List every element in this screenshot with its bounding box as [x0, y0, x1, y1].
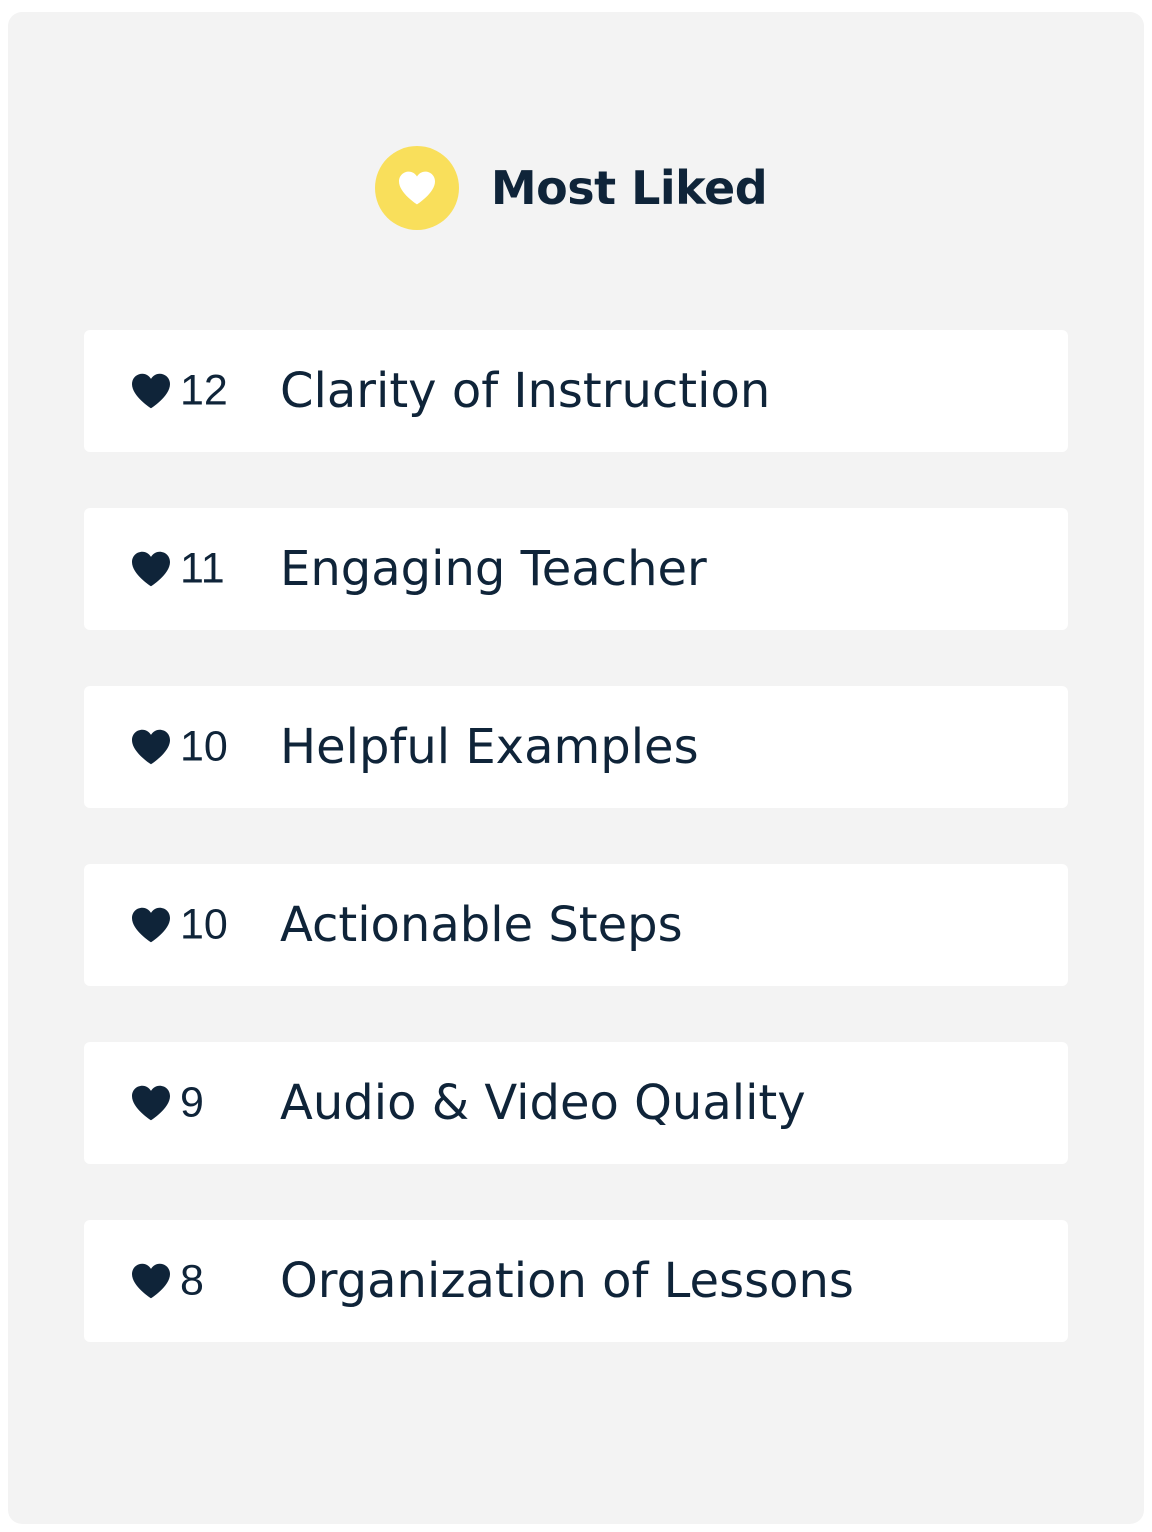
list-item: 9 Audio & Video Quality — [84, 1042, 1068, 1164]
like-count: 8 — [180, 1256, 204, 1305]
heart-icon — [132, 1085, 170, 1121]
heart-icon — [132, 729, 170, 765]
panel-header: Most Liked — [8, 146, 1144, 230]
heart-icon — [132, 373, 170, 409]
heart-icon — [398, 171, 435, 205]
list-item: 10 Actionable Steps — [84, 864, 1068, 986]
item-label: Actionable Steps — [280, 897, 683, 953]
item-label: Clarity of Instruction — [280, 363, 771, 419]
like-count: 10 — [180, 900, 228, 949]
header-content: Most Liked — [374, 146, 768, 230]
list-item: 12 Clarity of Instruction — [84, 330, 1068, 452]
item-label: Engaging Teacher — [280, 541, 707, 597]
like-count: 10 — [180, 722, 228, 771]
heart-icon — [132, 1263, 170, 1299]
liked-list: 12 Clarity of Instruction 11 Engaging Te… — [84, 330, 1068, 1398]
heart-icon — [132, 907, 170, 943]
item-label: Organization of Lessons — [280, 1253, 854, 1309]
like-count: 12 — [180, 366, 228, 415]
heart-icon — [132, 551, 170, 587]
like-count: 9 — [180, 1078, 204, 1127]
list-item: 8 Organization of Lessons — [84, 1220, 1068, 1342]
item-label: Audio & Video Quality — [280, 1075, 806, 1131]
list-item: 10 Helpful Examples — [84, 686, 1068, 808]
page-title: Most Liked — [490, 161, 768, 215]
most-liked-panel: Most Liked 12 Clarity of Instruction 11 … — [8, 12, 1144, 1524]
like-count: 11 — [180, 544, 225, 593]
heart-badge — [374, 146, 459, 230]
item-label: Helpful Examples — [280, 719, 699, 775]
list-item: 11 Engaging Teacher — [84, 508, 1068, 630]
